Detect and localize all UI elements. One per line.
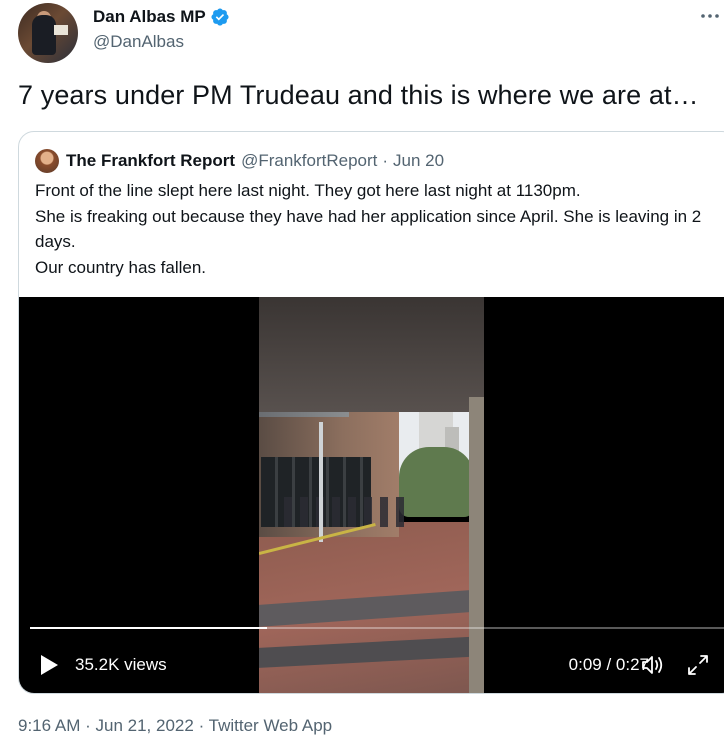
fullscreen-icon[interactable] bbox=[685, 652, 711, 678]
tweet-time[interactable]: 9:16 AM bbox=[18, 716, 80, 735]
author-info: Dan Albas MP @DanAlbas bbox=[93, 6, 230, 52]
avatar-paper bbox=[54, 25, 68, 35]
play-icon[interactable] bbox=[38, 654, 60, 676]
quoted-author-name[interactable]: The Frankfort Report bbox=[66, 151, 235, 171]
more-options-icon[interactable] bbox=[698, 6, 722, 26]
quoted-author-avatar[interactable] bbox=[35, 149, 59, 173]
meta-separator-2: · bbox=[198, 716, 205, 735]
avatar-figure bbox=[32, 15, 56, 55]
quoted-date[interactable]: Jun 20 bbox=[393, 151, 444, 171]
video-ceiling bbox=[259, 297, 484, 412]
tweet-metadata: 9:16 AM · Jun 21, 2022 · Twitter Web App bbox=[18, 716, 332, 736]
quoted-tweet-card[interactable]: The Frankfort Report @FrankfortReport · … bbox=[18, 131, 724, 694]
quoted-line-2: She is freaking out because they have ha… bbox=[35, 206, 702, 252]
video-lamp-post bbox=[319, 422, 323, 542]
author-display-name[interactable]: Dan Albas MP bbox=[93, 7, 206, 27]
video-progress-fill bbox=[30, 627, 268, 629]
author-name-row: Dan Albas MP bbox=[93, 6, 230, 28]
quoted-tweet-header: The Frankfort Report @FrankfortReport · … bbox=[35, 149, 444, 173]
author-handle[interactable]: @DanAlbas bbox=[93, 32, 230, 52]
video-frame bbox=[259, 297, 484, 693]
author-avatar[interactable] bbox=[18, 3, 78, 63]
video-controls: 35.2K views 0:09 / 0:27 bbox=[19, 647, 724, 683]
video-progress-bar[interactable] bbox=[30, 627, 724, 629]
tweet-source: Twitter Web App bbox=[208, 716, 333, 735]
video-views: 35.2K views bbox=[75, 655, 167, 674]
video-player[interactable]: 35.2K views 0:09 / 0:27 bbox=[19, 297, 724, 693]
verified-badge-icon bbox=[211, 8, 229, 26]
quoted-line-3: Our country has fallen. bbox=[35, 257, 207, 277]
video-people bbox=[284, 497, 404, 527]
quoted-separator: · bbox=[382, 151, 389, 170]
video-trees bbox=[399, 447, 474, 517]
video-time: 0:09 / 0:27 bbox=[568, 655, 649, 674]
meta-separator-1: · bbox=[85, 716, 91, 735]
volume-icon[interactable] bbox=[639, 652, 665, 678]
tweet-date[interactable]: Jun 21, 2022 bbox=[96, 716, 194, 735]
tweet-text: 7 years under PM Trudeau and this is whe… bbox=[18, 80, 699, 110]
quoted-author-handle[interactable]: @FrankfortReport bbox=[241, 151, 377, 171]
quoted-tweet-body: Front of the line slept here last night.… bbox=[35, 178, 715, 280]
quoted-line-1: Front of the line slept here last night.… bbox=[35, 181, 581, 200]
